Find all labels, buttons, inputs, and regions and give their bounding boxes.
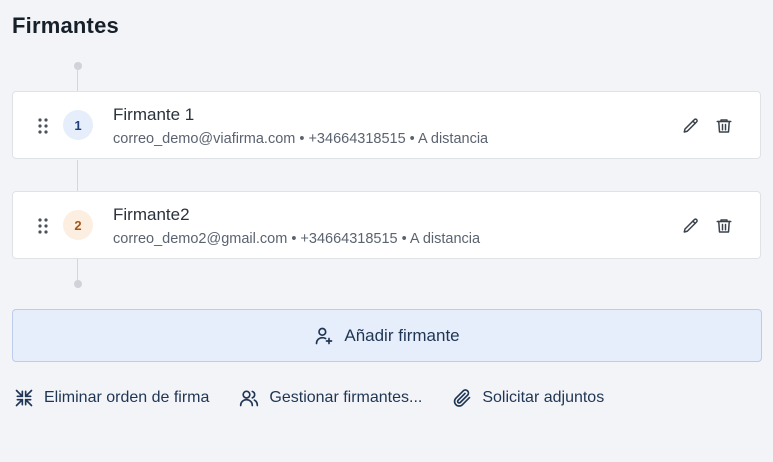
signer-actions-bar: Eliminar orden de firma Gestionar firman… [14,388,634,408]
edit-signer-button[interactable] [681,216,701,236]
shrink-arrows-icon [15,389,33,407]
page-title: Firmantes [12,13,119,38]
pencil-icon [683,218,698,233]
timeline-dot-bottom [74,280,82,288]
users-icon [240,390,259,407]
timeline-line-middle [77,160,78,192]
trash-icon [716,119,732,133]
signer-card[interactable]: 1 Firmante 1 correo_demo@viafirma.com • … [12,91,761,159]
drag-handle-icon[interactable] [38,218,48,234]
manage-signers-label: Gestionar firmantes... [269,389,423,406]
delete-signer-button[interactable] [714,116,734,136]
remove-signing-order-button[interactable]: Eliminar orden de firma [14,388,209,408]
signer-details: correo_demo@viafirma.com • +34664318515 … [113,131,489,147]
signer-order-badge: 1 [63,110,93,140]
user-plus-icon [316,327,333,344]
manage-signers-button[interactable]: Gestionar firmantes... [239,388,422,408]
add-signer-button[interactable]: Añadir firmante [12,309,762,362]
signer-order-badge: 2 [63,210,93,240]
request-attachments-label: Solicitar adjuntos [482,389,605,406]
signer-name: Firmante 1 [113,105,195,124]
drag-handle-icon[interactable] [38,118,48,134]
signer-details: correo_demo2@gmail.com • +34664318515 • … [113,231,481,247]
signer-card[interactable]: 2 Firmante2 correo_demo2@gmail.com • +34… [12,191,761,259]
remove-signing-order-label: Eliminar orden de firma [44,389,210,406]
edit-signer-button[interactable] [681,116,701,136]
timeline-line-top [77,66,78,92]
trash-icon [716,219,732,233]
paperclip-icon [454,389,471,407]
timeline-dot-top [74,62,82,70]
pencil-icon [683,118,698,133]
signer-name: Firmante2 [113,205,190,224]
delete-signer-button[interactable] [714,216,734,236]
request-attachments-button[interactable]: Solicitar adjuntos [452,388,604,408]
add-signer-label: Añadir firmante [344,325,460,345]
